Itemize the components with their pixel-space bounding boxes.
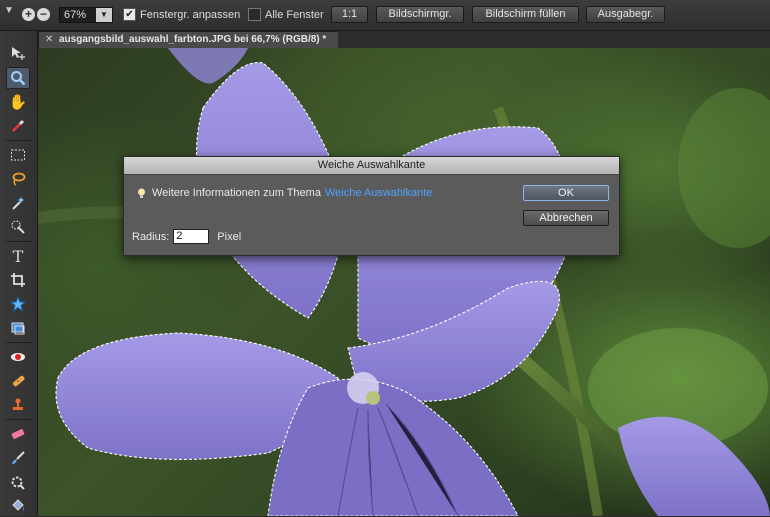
ok-button[interactable]: OK [523,185,609,201]
eraser-icon[interactable] [6,423,30,445]
document-tab[interactable]: ✕ ausgangsbild_auswahl_farbton.JPG bei 6… [38,31,340,49]
tool-preset-dropdown-icon[interactable]: ▼ [4,5,14,16]
quick-selection-icon[interactable] [6,216,30,238]
image-canvas[interactable] [38,48,770,516]
zoom-in-icon[interactable]: + [22,8,35,21]
zoom-level-value: 67% [64,9,87,21]
radius-input[interactable]: 2 [173,229,210,244]
magic-wand-icon[interactable] [6,192,30,214]
resize-windows-checkbox[interactable]: ✔ Fenstergr. anpassen [123,8,240,21]
cancel-button[interactable]: Abbrechen [523,210,609,226]
radius-row: Radius: 2 Pixel [132,229,241,244]
red-eye-icon[interactable] [6,346,30,368]
radius-unit-label: Pixel [217,230,242,243]
lasso-icon[interactable] [6,168,30,190]
flower-photo [38,48,770,516]
close-tab-icon[interactable]: ✕ [45,32,53,48]
tab-strip [338,31,770,49]
toolbox: ✋ T [0,31,38,516]
zoom-dropdown-icon[interactable]: ▼ [96,8,112,22]
crop-icon[interactable] [6,269,30,291]
straighten-icon[interactable] [6,317,30,339]
feather-dialog: Weiche Auswahlkante Weitere Informatione… [123,156,620,256]
healing-brush-icon[interactable] [6,370,30,392]
print-size-button[interactable]: Ausgabegr. [586,6,665,23]
help-info-text: Weitere Informationen zum Thema [152,187,321,199]
options-bar: ▼ + − 67% ▼ ✔ Fenstergr. anpassen Alle F… [0,0,770,31]
help-link[interactable]: Weiche Auswahlkante [325,187,432,199]
paint-bucket-icon[interactable] [6,495,30,517]
smart-brush-icon[interactable] [6,471,30,493]
radius-label: Radius: [132,230,170,243]
eyedropper-icon[interactable] [6,115,30,137]
document-tab-title: ausgangsbild_auswahl_farbton.JPG bei 66,… [59,34,327,45]
zoom-icon[interactable] [6,67,30,89]
lightbulb-icon [138,188,145,198]
type-icon[interactable]: T [6,245,30,267]
help-info-row: Weitere Informationen zum Thema Weiche A… [137,187,432,199]
cookie-cutter-icon[interactable] [6,293,30,315]
checkbox-unchecked-icon[interactable] [248,8,261,21]
fit-screen-button[interactable]: Bildschirmgr. [376,6,464,23]
move-icon[interactable] [6,42,30,64]
fill-screen-button[interactable]: Bildschirm füllen [472,6,579,23]
checkbox-checked-icon[interactable]: ✔ [123,8,136,21]
resize-windows-label: Fenstergr. anpassen [140,8,241,21]
actual-pixels-button[interactable]: 1:1 [331,6,368,23]
dialog-title: Weiche Auswahlkante [124,157,619,175]
hand-icon[interactable]: ✋ [6,91,30,113]
all-windows-label: Alle Fenster [265,8,324,21]
brush-icon[interactable] [6,447,30,469]
zoom-out-icon[interactable]: − [37,8,50,21]
clone-stamp-icon[interactable] [6,394,30,416]
marquee-icon[interactable] [6,144,30,166]
all-windows-checkbox[interactable]: Alle Fenster [248,8,324,21]
zoom-level-field[interactable]: 67% ▼ [59,7,113,23]
